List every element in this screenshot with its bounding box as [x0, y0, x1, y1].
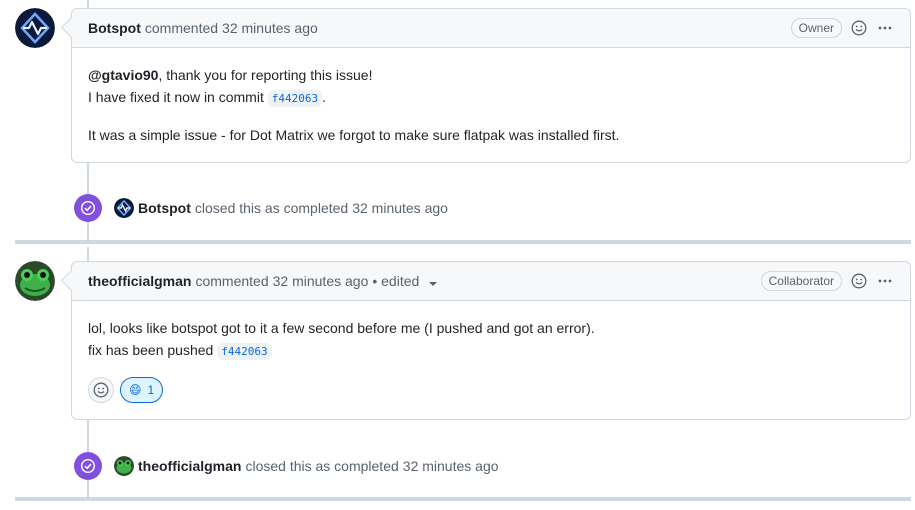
- comment-action: commented: [144, 20, 219, 36]
- event-text: closed this as completed: [245, 458, 399, 474]
- laugh-reaction-button[interactable]: 😄 1: [120, 377, 164, 403]
- reactions-bar: 😄 1: [72, 377, 910, 419]
- botspot-avatar[interactable]: [15, 8, 55, 48]
- event-text: closed this as completed: [194, 200, 349, 216]
- comment-theofficialgman: theofficialgman commented 32 minutes ago…: [71, 261, 911, 420]
- role-badge: Owner: [790, 18, 842, 38]
- role-badge: Collaborator: [760, 271, 842, 291]
- botspot-avatar[interactable]: [114, 198, 134, 218]
- body-text: fix has been pushed: [88, 342, 214, 358]
- comment-action: commented: [195, 273, 269, 289]
- body-text: .: [322, 89, 326, 105]
- body-text: lol, looks like botspot got to it a few …: [88, 320, 595, 336]
- comment-body: @gtavio90, thank you for reporting this …: [72, 48, 910, 162]
- comment-time[interactable]: 32 minutes ago: [273, 273, 369, 289]
- closed-event: theofficialgman closed this as completed…: [74, 452, 499, 480]
- event-author[interactable]: Botspot: [138, 200, 191, 216]
- comment-author[interactable]: Botspot: [88, 20, 141, 36]
- user-mention[interactable]: @gtavio90: [88, 67, 158, 83]
- caret-down-icon: [429, 282, 438, 286]
- timeline-divider: [15, 497, 911, 501]
- edited-label: • edited: [372, 273, 420, 289]
- event-time[interactable]: 32 minutes ago: [352, 200, 448, 216]
- add-reaction-button[interactable]: [88, 377, 114, 403]
- comment-body: lol, looks like botspot got to it a few …: [72, 301, 910, 379]
- comment-header: Botspot commented 32 minutes ago Owner: [72, 9, 910, 48]
- commit-link[interactable]: f442063: [217, 343, 272, 360]
- kebab-icon[interactable]: [876, 272, 894, 290]
- commit-link[interactable]: f442063: [267, 90, 323, 107]
- check-circle-icon: [74, 194, 102, 222]
- smiley-icon: [93, 382, 109, 398]
- body-text: It was a simple issue - for Dot Matrix w…: [88, 127, 620, 143]
- comment-time[interactable]: 32 minutes ago: [222, 20, 318, 36]
- check-circle-icon: [74, 452, 102, 480]
- smiley-icon[interactable]: [850, 19, 868, 37]
- smiley-icon[interactable]: [850, 272, 868, 290]
- closed-event: Botspot closed this as completed 32 minu…: [74, 194, 448, 222]
- reaction-count: 1: [147, 383, 155, 397]
- frog-avatar[interactable]: [15, 261, 55, 301]
- comment-author[interactable]: theofficialgman: [88, 273, 191, 289]
- kebab-icon[interactable]: [876, 19, 894, 37]
- timeline-divider: [15, 240, 911, 244]
- body-text: , thank you for reporting this issue!: [158, 67, 373, 83]
- comment-header: theofficialgman commented 32 minutes ago…: [72, 262, 910, 301]
- reaction-emoji: 😄: [129, 383, 142, 397]
- event-time[interactable]: 32 minutes ago: [403, 458, 499, 474]
- body-text: I have fixed it now in commit: [88, 89, 264, 105]
- comment-botspot: Botspot commented 32 minutes ago Owner @…: [71, 8, 911, 163]
- frog-avatar[interactable]: [114, 456, 134, 476]
- event-author[interactable]: theofficialgman: [138, 458, 241, 474]
- edited-dropdown[interactable]: • edited: [372, 273, 438, 289]
